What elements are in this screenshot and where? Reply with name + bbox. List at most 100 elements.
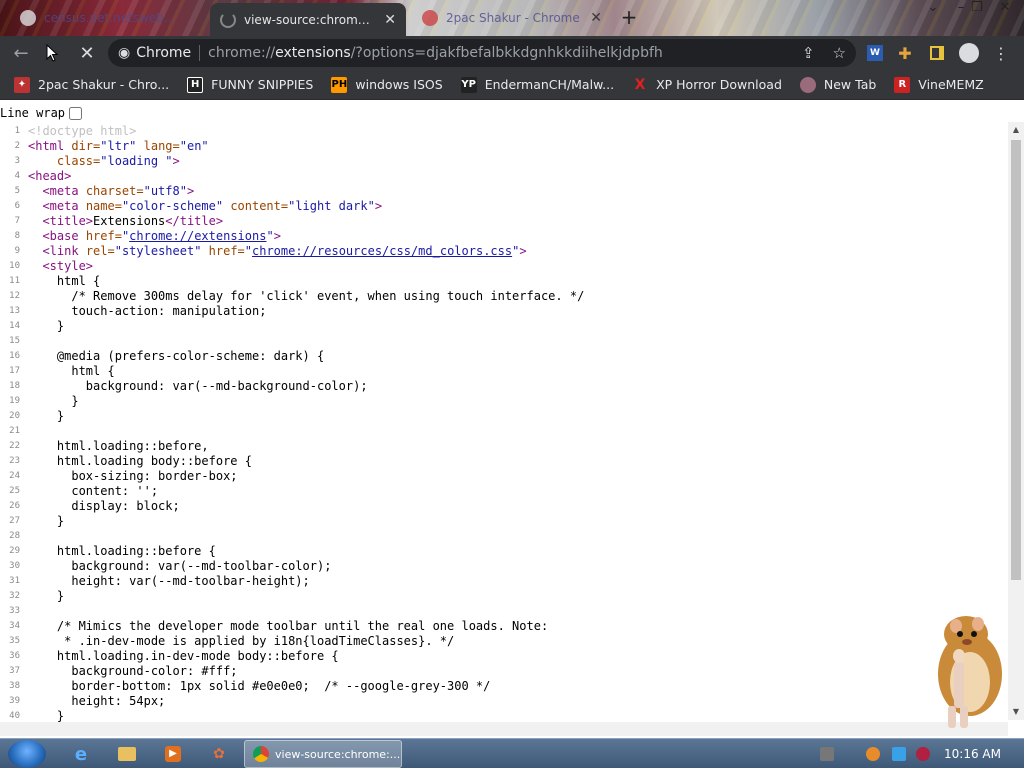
line-wrap-checkbox[interactable] [69, 106, 83, 120]
tab-2pac-shakur[interactable]: 2pac Shakur - Chrome ✕ [412, 2, 612, 34]
close-window-icon[interactable]: ✕ [990, 0, 1020, 20]
code-token: touch-action: manipulation; [28, 304, 267, 318]
taskbar-chrome-window[interactable]: view-source:chrome:... [244, 740, 402, 768]
address-bar[interactable]: ◉ Chrome chrome://extensions/?options=dj… [108, 39, 856, 67]
code-token: } [28, 514, 65, 528]
line-number: 4 [14, 171, 20, 181]
back-button[interactable]: ← [8, 40, 34, 66]
code-token: </title> [165, 214, 224, 228]
source-link[interactable]: chrome://extensions [129, 229, 266, 243]
bookmarks-bar: ✦ 2pac Shakur - Chro... H FUNNY SNIPPIES… [0, 70, 1024, 100]
tray-volume-icon[interactable] [916, 747, 930, 761]
tab-census[interactable]: census.net.netsweb... [10, 2, 206, 34]
tray-app-icon[interactable] [820, 747, 834, 761]
line-code: * .in-dev-mode is applied by i18n{loadTi… [28, 634, 454, 649]
line-code: /* Mimics the developer mode toolbar unt… [28, 619, 548, 634]
source-line: 1 <!doctype html> [0, 124, 1008, 139]
bookmark-windows-isos[interactable]: PH windows ISOS [331, 76, 443, 93]
profile-avatar-icon[interactable] [956, 39, 982, 67]
tab-close-icon[interactable]: ✕ [384, 12, 396, 28]
scroll-down-icon[interactable]: ▼ [1008, 704, 1024, 720]
code-token: > [186, 184, 195, 198]
line-code: } [28, 394, 78, 409]
code-token: background: var(--md-background-color); [28, 379, 368, 393]
chrome-favicon-icon [422, 10, 438, 26]
vertical-scrollbar[interactable]: ▲ ▼ [1008, 122, 1024, 720]
bookmark-2pac-shakur[interactable]: ✦ 2pac Shakur - Chro... [14, 76, 169, 93]
code-token: "stylesheet" [114, 244, 209, 258]
source-line: 37 background-color: #fff; [0, 664, 1008, 679]
line-code: box-sizing: border-box; [28, 469, 237, 484]
internet-explorer-icon[interactable]: e [68, 742, 94, 766]
code-token: "loading " [100, 154, 173, 168]
extensions-puzzle-icon[interactable]: ✚ [892, 39, 918, 67]
source-line: 30 background: var(--md-toolbar-color); [0, 559, 1008, 574]
bookmark-favicon-icon: R [894, 76, 911, 93]
horizontal-scrollbar[interactable] [0, 722, 1008, 736]
line-code: <meta name="color-scheme" content="light… [28, 199, 382, 214]
bookmark-new-tab[interactable]: New Tab [799, 76, 876, 93]
bookmark-xp-horror[interactable]: X XP Horror Download [632, 77, 782, 93]
side-panel-icon[interactable] [924, 39, 950, 67]
source-link[interactable]: chrome://resources/css/md_colors.css [252, 244, 512, 258]
menu-kebab-icon[interactable]: ⋮ [988, 39, 1014, 67]
line-number: 33 [9, 606, 20, 616]
source-line: 16 @media (prefers-color-scheme: dark) { [0, 349, 1008, 364]
bookmark-favicon-icon: X [634, 76, 646, 93]
code-token: height: 54px; [28, 694, 166, 708]
scroll-up-icon[interactable]: ▲ [1008, 122, 1024, 138]
bookmark-endermanch[interactable]: YP EndermanCH/Malw... [460, 76, 615, 93]
share-icon[interactable]: ⇪ [802, 44, 815, 62]
code-token: "light dark" [288, 199, 375, 213]
source-line: 27 } [0, 514, 1008, 529]
code-token: html { [28, 274, 101, 288]
line-number: 35 [9, 636, 20, 646]
media-player-icon[interactable]: ▶ [160, 742, 186, 766]
source-line: 40 } [0, 709, 1008, 722]
bookmark-favicon-icon: ✦ [14, 76, 30, 93]
omnibox-separator [199, 45, 201, 61]
tab-close-icon[interactable]: ✕ [590, 10, 602, 26]
new-tab-button[interactable]: + [618, 6, 640, 28]
start-button[interactable] [8, 740, 46, 768]
line-code: display: block; [28, 499, 180, 514]
code-token: "color-scheme" [121, 199, 231, 213]
code-token: } [28, 589, 65, 603]
code-token: display: block; [28, 499, 180, 513]
line-code: } [28, 409, 64, 424]
line-number: 31 [9, 576, 20, 586]
source-line: 14 } [0, 319, 1008, 334]
source-line: 31 height: var(--md-toolbar-height); [0, 574, 1008, 589]
paint-app-icon[interactable]: ✿ [206, 742, 232, 766]
restore-icon[interactable]: ❐ [962, 0, 992, 20]
extension-w-icon[interactable]: W [862, 39, 888, 67]
bookmark-star-icon[interactable]: ☆ [833, 44, 846, 62]
line-code: border-bottom: 1px solid #e0e0e0; /* --g… [28, 679, 490, 694]
stop-loading-button[interactable]: ✕ [74, 40, 100, 66]
tab-view-source[interactable]: view-source:chrome://ext ✕ [210, 3, 406, 36]
code-token: <html [28, 139, 72, 153]
code-token: <link [42, 244, 86, 258]
line-code: <base href="chrome://extensions"> [28, 229, 280, 244]
tab-search-icon[interactable]: ⌄ [918, 0, 948, 20]
line-code: <style> [28, 259, 93, 274]
line-number: 7 [14, 216, 20, 226]
bookmark-vinememz[interactable]: R VineMEMZ [894, 76, 984, 93]
code-token: <!doctype html> [28, 124, 137, 138]
code-token: Extensions [93, 214, 166, 228]
site-chip-label: Chrome [136, 45, 192, 61]
scrollbar-thumb[interactable] [1011, 140, 1021, 580]
file-explorer-icon[interactable] [114, 742, 140, 766]
tray-network-icon[interactable] [892, 747, 906, 761]
bookmark-favicon-icon: PH [331, 76, 348, 93]
code-token: } [28, 409, 65, 423]
bookmark-funny-snippies[interactable]: H FUNNY SNIPPIES [187, 76, 313, 93]
bookmark-label: EndermanCH/Malw... [484, 77, 615, 92]
windows-taskbar: e ▶ ✿ view-source:chrome:... 10:16 AM [0, 738, 1024, 768]
line-number: 25 [9, 486, 20, 496]
line-number: 23 [9, 456, 20, 466]
tray-search-icon[interactable] [866, 747, 880, 761]
code-token: "ltr" [100, 139, 144, 153]
code-token: background-color: #fff; [28, 664, 238, 678]
